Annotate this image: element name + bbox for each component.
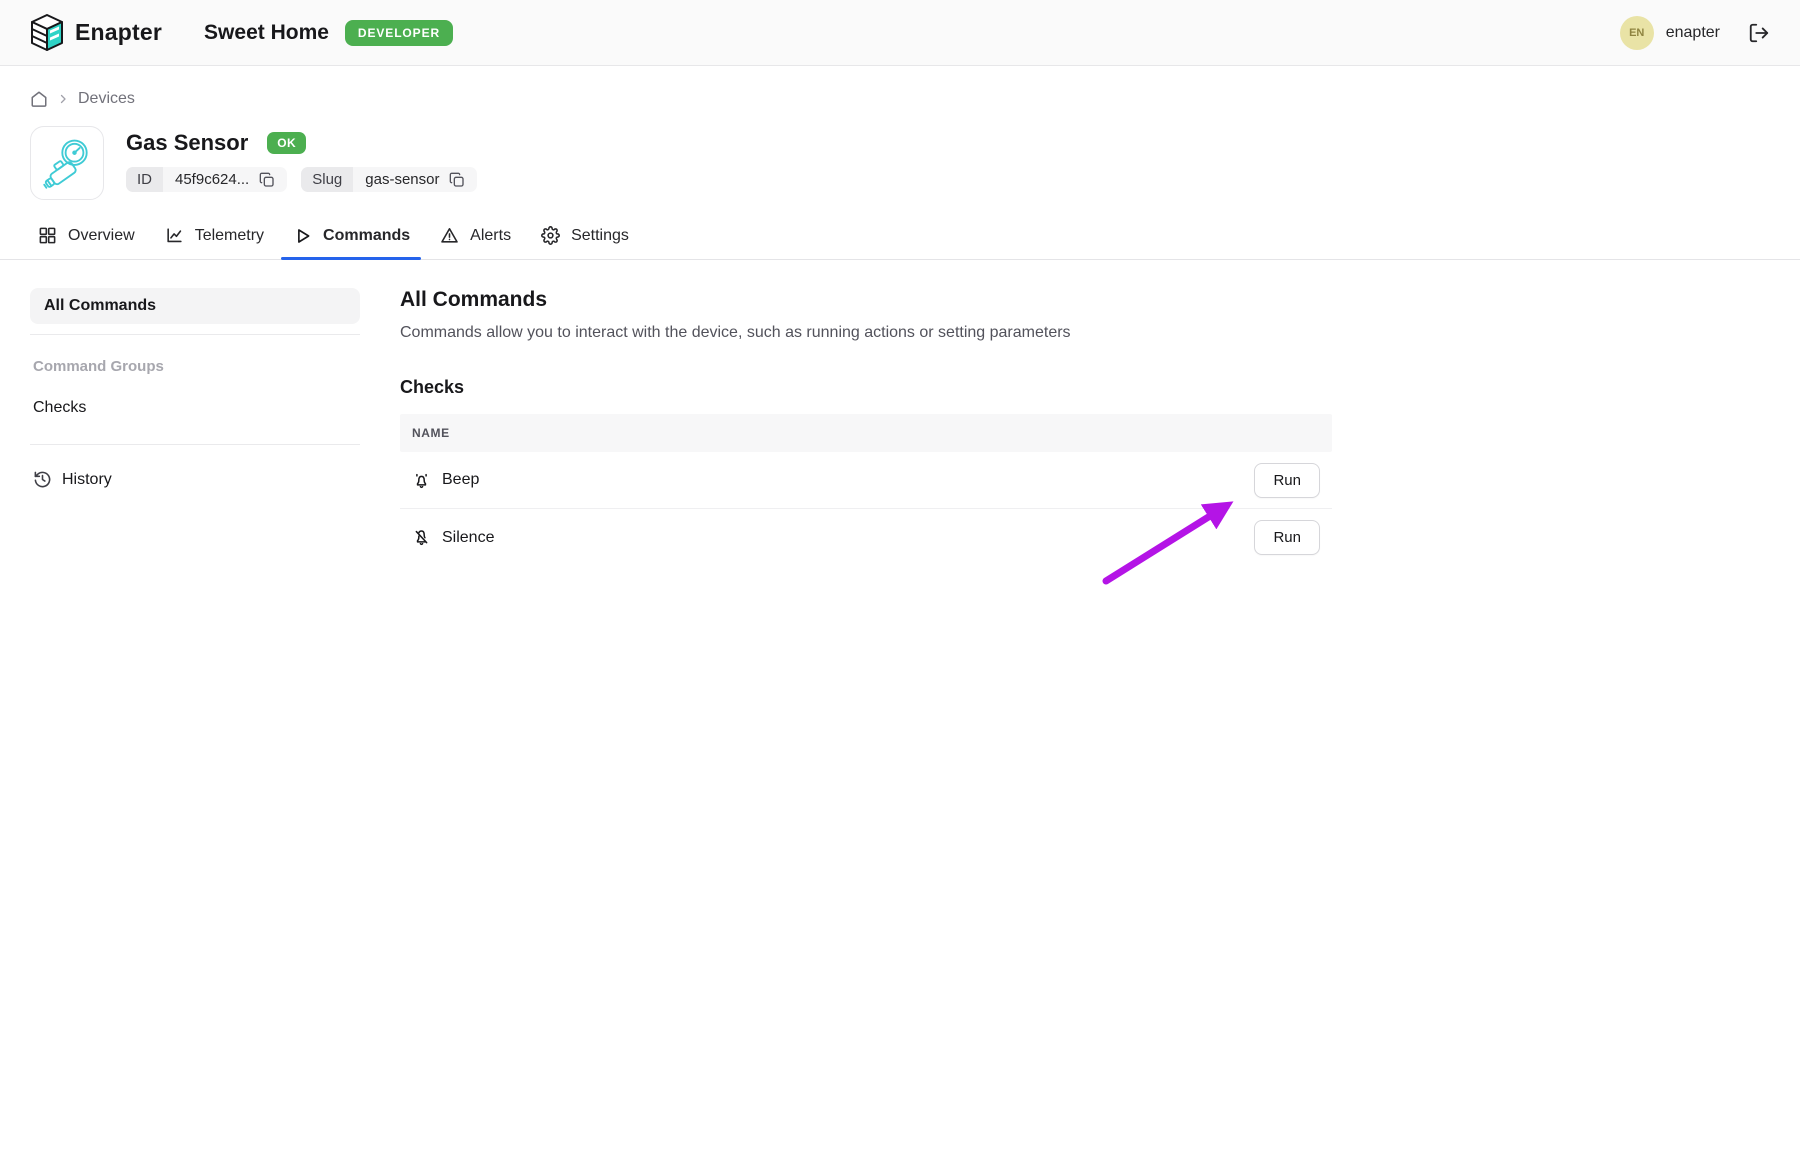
app-header: Enapter Sweet Home DEVELOPER EN enapter	[0, 0, 1800, 66]
divider	[30, 334, 360, 335]
brand[interactable]: Enapter	[30, 13, 162, 53]
tab-commands[interactable]: Commands	[294, 226, 410, 259]
tab-overview[interactable]: Overview	[38, 226, 135, 259]
column-header-name: NAME	[412, 426, 450, 440]
commands-panel: All Commands Commands allow you to inter…	[400, 288, 1332, 566]
breadcrumb-devices[interactable]: Devices	[78, 90, 135, 108]
bell-icon	[412, 471, 431, 490]
user-name: enapter	[1666, 24, 1720, 42]
logout-icon	[1748, 22, 1770, 44]
commands-table: NAME Beep Run	[400, 414, 1332, 566]
gas-sensor-illustration-icon	[37, 133, 97, 193]
device-tabs: Overview Telemetry Commands Alerts	[0, 226, 1800, 260]
tab-telemetry[interactable]: Telemetry	[165, 226, 264, 259]
avatar[interactable]: EN	[1620, 16, 1654, 50]
chart-icon	[165, 226, 184, 245]
sidebar-item-checks[interactable]: Checks	[33, 399, 360, 417]
gear-icon	[541, 226, 560, 245]
command-name: Beep	[442, 471, 479, 489]
run-button-silence[interactable]: Run	[1254, 520, 1320, 555]
page-description: Commands allow you to interact with the …	[400, 324, 1332, 342]
breadcrumb: Devices	[30, 90, 1800, 108]
device-id-chip: ID 45f9c624...	[126, 167, 287, 192]
status-badge: OK	[267, 132, 306, 154]
command-name: Silence	[442, 529, 494, 547]
copy-slug-button[interactable]	[449, 172, 469, 188]
sidebar-item-all-commands[interactable]: All Commands	[30, 288, 360, 324]
device-name: Gas Sensor	[126, 130, 248, 156]
sidebar-item-history[interactable]: History	[33, 470, 360, 489]
device-id-value: 45f9c624...	[175, 171, 249, 188]
command-groups-heading: Command Groups	[33, 358, 360, 375]
grid-icon	[38, 226, 57, 245]
copy-icon	[449, 172, 465, 188]
history-label: History	[62, 471, 112, 489]
play-icon	[294, 227, 312, 245]
copy-id-button[interactable]	[259, 172, 279, 188]
warning-icon	[440, 226, 459, 245]
table-header-row: NAME	[400, 414, 1332, 452]
device-slug-label: Slug	[301, 167, 353, 192]
tab-alerts[interactable]: Alerts	[440, 226, 511, 259]
logout-button[interactable]	[1748, 22, 1770, 44]
tab-label: Overview	[68, 227, 135, 245]
copy-icon	[259, 172, 275, 188]
tab-label: Alerts	[470, 227, 511, 245]
commands-sidebar: All Commands Command Groups Checks Histo…	[30, 288, 360, 566]
run-button-beep[interactable]: Run	[1254, 463, 1320, 498]
divider	[30, 444, 360, 445]
section-title-checks: Checks	[400, 377, 1332, 398]
developer-badge: DEVELOPER	[345, 20, 453, 46]
brand-name: Enapter	[75, 19, 162, 46]
device-slug-chip: Slug gas-sensor	[301, 167, 477, 192]
tab-label: Settings	[571, 227, 629, 245]
page-title: All Commands	[400, 288, 1332, 312]
home-icon[interactable]	[30, 90, 48, 108]
tab-label: Telemetry	[195, 227, 264, 245]
tab-label: Commands	[323, 227, 410, 245]
table-row-silence: Silence Run	[400, 509, 1332, 566]
history-icon	[33, 470, 52, 489]
site-name: Sweet Home	[204, 21, 329, 45]
enapter-logo-icon	[30, 13, 64, 53]
table-row-beep: Beep Run	[400, 452, 1332, 509]
chevron-right-icon	[57, 93, 69, 105]
tab-settings[interactable]: Settings	[541, 226, 629, 259]
device-id-label: ID	[126, 167, 163, 192]
bell-off-icon	[412, 528, 431, 547]
device-slug-value: gas-sensor	[365, 171, 439, 188]
device-thumbnail	[30, 126, 104, 200]
device-header: Gas Sensor OK ID 45f9c624...	[30, 126, 1800, 200]
